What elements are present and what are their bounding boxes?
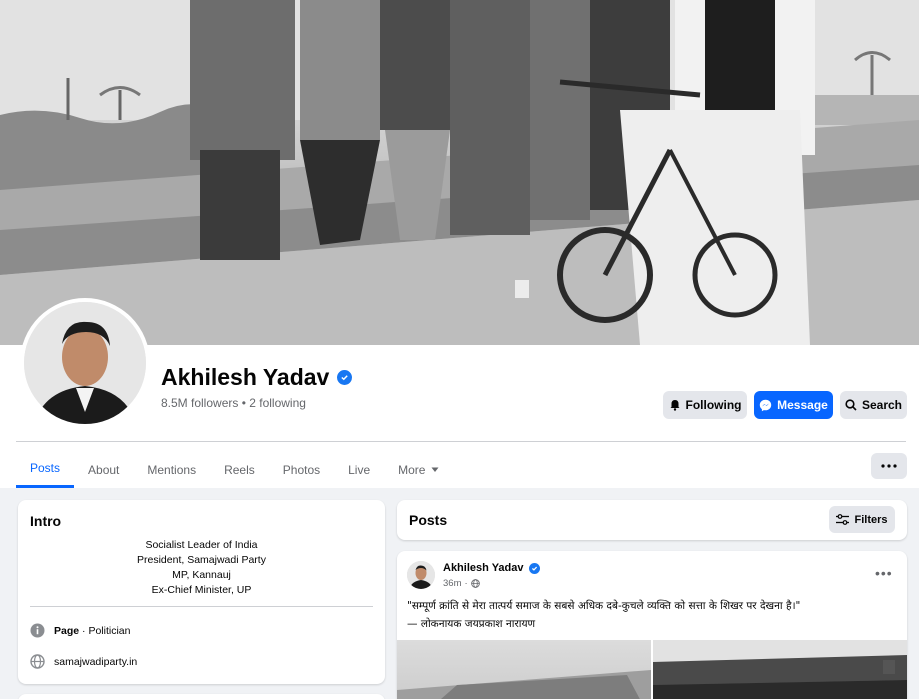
posts-header-card: Posts Filters [397,500,907,540]
tab-live-label: Live [348,462,371,477]
avatar-image [407,561,435,589]
post-author-avatar[interactable] [407,561,435,589]
message-label: Message [777,398,828,412]
post-time[interactable]: 36m [443,578,461,589]
bio-line: Ex-Chief Minister, UP [151,584,252,596]
bio-line: MP, Kannauj [172,569,231,581]
post-image[interactable] [397,640,651,699]
header-divider [16,441,906,442]
tab-posts-label: Posts [30,461,61,475]
intro-page-type: Page · Politician [30,623,130,638]
intro-card: Intro Socialist Leader of India Presiden… [18,500,385,684]
page-category: · Politician [79,624,131,637]
tab-photos-label: Photos [282,462,321,477]
tab-about-label: About [88,462,120,477]
tab-mentions[interactable]: Mentions [133,451,210,488]
search-button[interactable]: Search [840,391,907,419]
website-link[interactable]: samajwadiparty.in [54,656,137,668]
post-quote: "सम्पूर्ण क्रांति से मेरा तात्पर्य समाज … [407,600,801,612]
tab-about[interactable]: About [74,451,133,488]
bio-line: Socialist Leader of India [145,539,258,551]
following-button[interactable]: Following [663,391,747,419]
profile-name-row: Akhilesh Yadav [161,364,353,391]
public-globe-icon [470,579,480,588]
post-author-name[interactable]: Akhilesh Yadav [443,562,524,574]
bio-line: President, Samajwadi Party [137,554,266,566]
post-attribution: — लोकनायक जयप्रकाश नारायण [407,618,536,630]
messenger-icon [759,399,772,411]
cover-image [0,0,919,345]
caret-down-icon [431,467,439,472]
post-image[interactable] [653,640,907,699]
post-image-content [653,640,907,699]
filters-button[interactable]: Filters [829,506,895,533]
tab-photos[interactable]: Photos [269,451,334,488]
ellipsis-icon [881,464,897,468]
filters-label: Filters [854,513,888,526]
post-image-content [397,670,651,699]
tab-live[interactable]: Live [334,451,384,488]
followers-count[interactable]: 8.5M followers • 2 following [161,396,306,410]
verified-badge-icon [528,562,540,574]
search-icon [845,399,857,411]
profile-avatar[interactable] [20,298,150,428]
bell-icon [670,400,679,411]
info-icon [30,623,45,638]
intro-website[interactable]: samajwadiparty.in [30,654,137,669]
message-button[interactable]: Message [754,391,833,419]
cover-photo[interactable] [0,0,919,345]
next-card [18,694,385,699]
tab-mentions-label: Mentions [147,462,197,477]
post-text: "सम्पूर्ण क्रांति से मेरा तात्पर्य समाज … [407,597,800,633]
intro-bio: Socialist Leader of India President, Sam… [18,538,385,598]
tab-more-label: More [398,462,426,477]
tab-reels[interactable]: Reels [210,451,269,488]
posts-title: Posts [409,512,448,528]
profile-name: Akhilesh Yadav [161,364,330,390]
post-timestamp-row: 36m · [443,578,480,589]
post-card: Akhilesh Yadav 36m · ••• "सम्पूर्ण क्रां… [397,551,907,699]
globe-icon [30,654,45,669]
following-label: Following [685,398,742,412]
sliders-icon [836,514,850,525]
tab-more[interactable]: More [384,451,453,488]
search-label: Search [861,398,903,412]
verified-badge-icon [337,370,353,385]
page-label: Page [54,624,80,637]
profile-tabs: Posts About Mentions Reels Photos Live M… [16,451,453,488]
post-author-row: Akhilesh Yadav [443,562,540,574]
post-options-icon[interactable]: ••• [875,565,893,581]
avatar-image [24,302,146,424]
tab-reels-label: Reels [224,462,255,477]
intro-divider [30,606,373,607]
profile-more-options-button[interactable] [871,453,907,479]
tab-posts[interactable]: Posts [16,451,75,488]
intro-title: Intro [30,513,62,529]
